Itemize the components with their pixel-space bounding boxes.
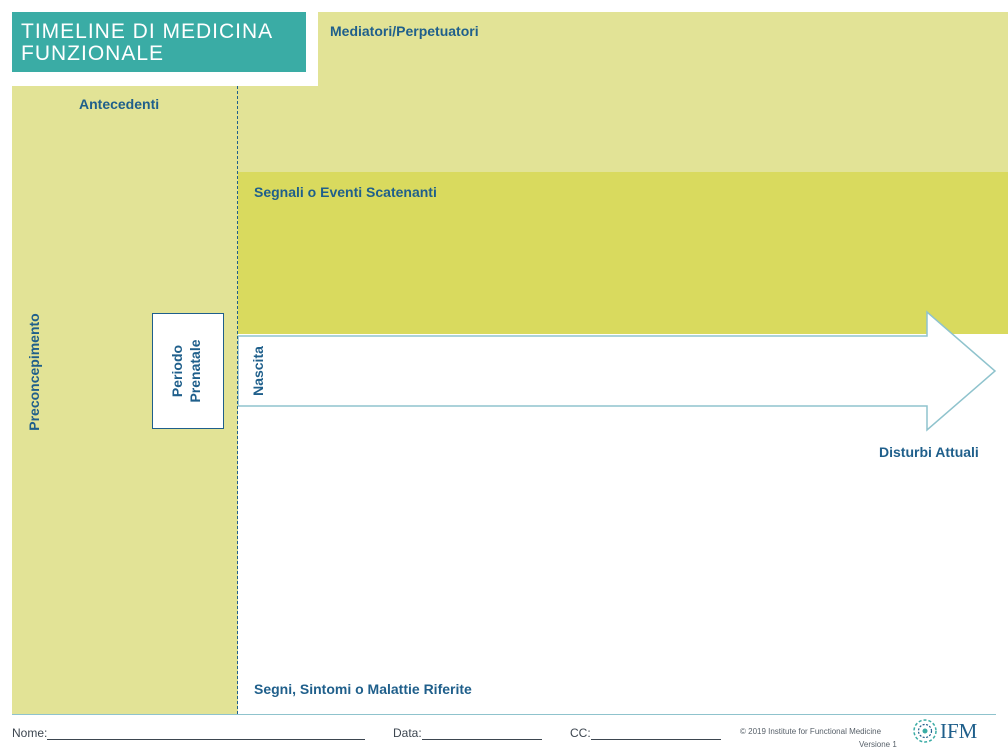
signs-symptoms-label: Segni, Sintomi o Malattie Riferite (254, 681, 472, 697)
footer-divider (12, 714, 996, 715)
preconception-label: Preconcepimento (26, 313, 42, 431)
birth-label: Nascita (250, 346, 266, 396)
ifm-logo: IFM (912, 718, 977, 744)
timeline-arrow (238, 310, 997, 432)
ifm-logo-text: IFM (940, 718, 978, 743)
triggers-label: Segnali o Eventi Scatenanti (254, 184, 437, 200)
prenatal-label: Periodo Prenatale (168, 321, 208, 421)
version-text: Versione 1 (859, 740, 897, 749)
title-line-1: TIMELINE DI MEDICINA (21, 20, 274, 43)
name-line[interactable] (47, 728, 366, 740)
date-field[interactable]: Data: (393, 726, 542, 740)
copyright-text: © 2019 Institute for Functional Medicine (740, 727, 882, 736)
birth-divider (237, 86, 238, 714)
name-label: Nome: (12, 726, 48, 740)
mediators-label: Mediatori/Perpetuatori (330, 23, 479, 39)
current-issues-label: Disturbi Attuali (879, 444, 979, 460)
name-field[interactable]: Nome: (12, 726, 366, 740)
antecedents-top-band (238, 86, 318, 172)
date-line[interactable] (421, 728, 542, 740)
cc-field[interactable]: CC: (570, 726, 721, 740)
page-title: TIMELINE DI MEDICINA FUNZIONALE (12, 12, 306, 72)
title-line-2: FUNZIONALE (21, 42, 165, 65)
date-label: Data: (393, 726, 422, 740)
cc-label: CC: (570, 726, 591, 740)
prenatal-line-1: Periodo (169, 344, 185, 398)
cc-line[interactable] (590, 728, 721, 740)
antecedents-label: Antecedenti (79, 96, 160, 112)
ifm-logo-icon (913, 719, 937, 743)
prenatal-line-2: Prenatale (187, 339, 203, 403)
